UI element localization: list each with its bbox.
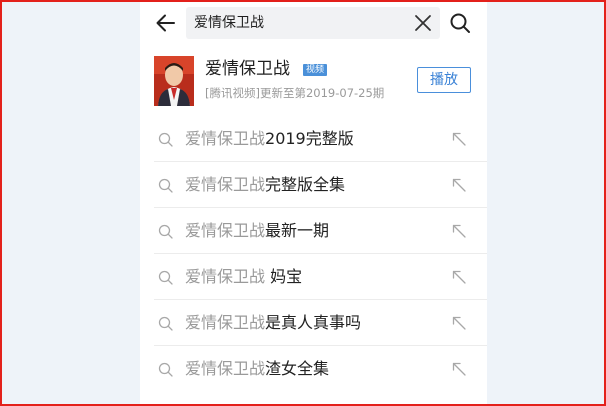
arrow-up-left-icon[interactable] — [451, 131, 467, 147]
suggestion-item[interactable]: 爱情保卫战是真人真事吗 — [140, 300, 487, 346]
suggestion-suffix: 是真人真事吗 — [265, 313, 362, 332]
suggestion-suffix: 完整版全集 — [265, 175, 346, 194]
app-screen: 爱情保卫战 爱情保卫战 视频 [腾讯视频]更新至第2019-07-25期 播放 … — [140, 0, 487, 406]
suggestion-item[interactable]: 爱情保卫战渣女全集 — [140, 346, 487, 392]
suggestion-item[interactable]: 爱情保卫战2019完整版 — [140, 116, 487, 162]
suggestion-prefix: 爱情保卫战 — [185, 175, 266, 194]
search-icon — [158, 362, 173, 377]
suggestion-text: 爱情保卫战 妈宝 — [185, 265, 302, 289]
search-icon — [158, 132, 173, 147]
suggestion-list: 爱情保卫战2019完整版 爱情保卫战完整版全集 爱情保卫战最新一期 爱情保卫战 … — [140, 116, 487, 392]
arrow-up-left-icon[interactable] — [451, 223, 467, 239]
suggestion-item[interactable]: 爱情保卫战最新一期 — [140, 208, 487, 254]
search-button[interactable] — [449, 12, 471, 34]
suggestion-suffix: 渣女全集 — [265, 359, 330, 378]
suggestion-prefix: 爱情保卫战 — [185, 267, 266, 286]
arrow-up-left-icon[interactable] — [451, 269, 467, 285]
search-icon — [158, 316, 173, 331]
suggestion-prefix: 爱情保卫战 — [185, 313, 266, 332]
search-icon — [450, 13, 470, 33]
suggestion-suffix: 妈宝 — [265, 267, 303, 286]
search-icon — [158, 178, 173, 193]
result-title: 爱情保卫战 — [205, 59, 290, 79]
suggestion-prefix: 爱情保卫战 — [185, 359, 266, 378]
suggestion-text: 爱情保卫战渣女全集 — [185, 357, 329, 381]
arrow-left-icon — [156, 14, 175, 32]
suggestion-prefix: 爱情保卫战 — [185, 129, 266, 148]
arrow-up-left-icon[interactable] — [451, 315, 467, 331]
result-subtitle: [腾讯视频]更新至第2019-07-25期 — [205, 86, 385, 100]
arrow-up-left-icon[interactable] — [451, 361, 467, 377]
search-input[interactable]: 爱情保卫战 — [186, 7, 440, 39]
video-badge: 视频 — [303, 64, 328, 76]
suggestion-text: 爱情保卫战最新一期 — [185, 219, 329, 243]
suggestion-prefix: 爱情保卫战 — [185, 221, 266, 240]
suggestion-text: 爱情保卫战完整版全集 — [185, 173, 345, 197]
top-result-card[interactable]: 爱情保卫战 视频 [腾讯视频]更新至第2019-07-25期 播放 — [140, 48, 487, 114]
play-button[interactable]: 播放 — [417, 67, 471, 93]
result-thumbnail — [154, 56, 194, 106]
suggestion-suffix: 2019完整版 — [265, 129, 354, 148]
search-header: 爱情保卫战 — [140, 0, 487, 47]
suggestion-item[interactable]: 爱情保卫战完整版全集 — [140, 162, 487, 208]
search-icon — [158, 270, 173, 285]
suggestion-text: 爱情保卫战2019完整版 — [185, 127, 354, 151]
back-button[interactable] — [154, 11, 178, 35]
arrow-up-left-icon[interactable] — [451, 177, 467, 193]
search-query-text: 爱情保卫战 — [194, 15, 264, 31]
suggestion-text: 爱情保卫战是真人真事吗 — [185, 311, 361, 335]
close-icon — [415, 15, 431, 31]
suggestion-suffix: 最新一期 — [265, 221, 330, 240]
suggestion-item[interactable]: 爱情保卫战 妈宝 — [140, 254, 487, 300]
search-icon — [158, 224, 173, 239]
clear-search-button[interactable] — [414, 14, 432, 32]
